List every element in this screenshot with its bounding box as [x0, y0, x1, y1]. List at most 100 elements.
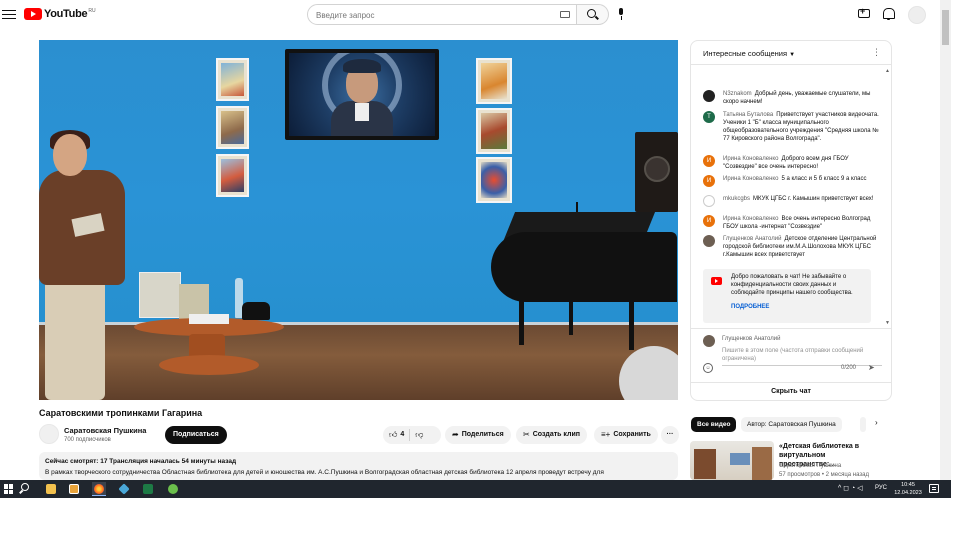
user-avatar — [703, 335, 715, 347]
wall-drawing — [476, 58, 512, 104]
like-dislike-group: 👍︎ 4 👎︎ — [383, 426, 441, 444]
excel-icon[interactable] — [141, 482, 155, 496]
search-button[interactable] — [577, 4, 609, 25]
scroll-down-icon[interactable]: ▼ — [885, 320, 890, 326]
char-counter: 0/200 — [841, 365, 857, 371]
chat-avatar — [703, 235, 715, 247]
description-text: В рамках творческого сотрудничества Обла… — [45, 469, 604, 476]
taskbar-search-icon[interactable] — [21, 483, 29, 491]
keyboard-icon[interactable] — [560, 11, 570, 18]
chat-author[interactable]: mkukcgbs — [723, 196, 750, 202]
recommendation-thumbnail[interactable] — [690, 441, 774, 480]
chat-options-icon[interactable]: ⋮ — [872, 47, 881, 58]
chat-scrollbar[interactable]: ▲ ▼ — [884, 66, 891, 328]
dislike-button[interactable]: 👎︎ — [415, 426, 426, 444]
like-button[interactable]: 👍︎ 4 — [383, 426, 404, 444]
page-scrollbar[interactable] — [940, 0, 951, 480]
file-explorer-icon[interactable] — [44, 482, 58, 496]
system-tray-icons[interactable]: ^ ◻ ◔ ◁ — [838, 484, 863, 492]
clip-label: Создать клип — [532, 431, 581, 438]
more-icon: ··· — [666, 431, 674, 438]
notifications-icon[interactable] — [929, 484, 939, 493]
language-indicator[interactable]: РУС — [875, 485, 887, 491]
emoji-icon[interactable]: ☺ — [703, 363, 713, 373]
clock-date: 12.04.2023 — [894, 490, 922, 496]
create-video-icon[interactable] — [858, 6, 870, 18]
scroll-up-icon[interactable]: ▲ — [885, 68, 890, 74]
taskbar-clock[interactable]: 10:45 12.04.2023 — [893, 481, 923, 497]
channel-avatar[interactable] — [39, 424, 59, 444]
chat-message-input[interactable]: Пишите в этом поле (частота отправки соо… — [722, 347, 882, 366]
chevron-right-icon[interactable]: › — [875, 418, 878, 427]
chat-input-area: Глущенков Анатолий Пишите в этом поле (ч… — [691, 328, 891, 382]
save-button[interactable]: ≡+ Сохранить — [594, 426, 658, 444]
search-box — [307, 4, 577, 25]
chat-author[interactable]: Ирина Коноваленко — [723, 176, 778, 182]
wall-drawing — [216, 58, 249, 101]
chat-welcome-notice: Добро пожаловать в чат! Не забывайте о к… — [703, 269, 871, 323]
chat-avatar: И — [703, 175, 715, 187]
recommendation-meta: 57 просмотров • 2 месяца назад — [779, 472, 869, 478]
app-icon[interactable] — [117, 482, 131, 496]
firefox-icon[interactable] — [92, 482, 106, 496]
microphone-icon[interactable] — [617, 8, 625, 20]
wall-drawing — [476, 157, 512, 203]
chip-author[interactable]: Автор: Саратовская Пушкина — [741, 417, 842, 432]
chat-avatar — [703, 90, 715, 102]
chat-author[interactable]: N3znakom — [723, 91, 752, 97]
thumbs-down-icon: 👎︎ — [415, 430, 424, 439]
windows-taskbar: ^ ◻ ◔ ◁ РУС 10:45 12.04.2023 — [0, 480, 951, 498]
chip-more[interactable] — [860, 417, 866, 432]
chat-mode-label: Интересные сообщения — [703, 49, 788, 58]
tv-screen — [289, 53, 435, 136]
thumbs-up-icon: 👍︎ — [389, 430, 398, 439]
chat-message: mkukcgbs МКУК ЦГБС г. Камышин приветствуе… — [703, 195, 881, 207]
send-icon[interactable]: ➤ — [868, 363, 875, 372]
chat-app-icon[interactable] — [166, 482, 180, 496]
scrollbar-thumb[interactable] — [942, 10, 949, 45]
share-button[interactable]: ➦ Поделиться — [445, 426, 511, 444]
add-to-playlist-icon: ≡+ — [601, 430, 611, 439]
chat-message: И Ирина Коноваленко 5 а класс и 5 б класс… — [703, 175, 881, 187]
clip-button[interactable]: ✂ Создать клип — [516, 426, 588, 444]
chat-messages: N3znakom Добрый день, уважаемые слушатели… — [691, 66, 891, 328]
description-box[interactable]: Сейчас смотрят: 17 Трансляция началась 5… — [39, 452, 678, 480]
share-label: Поделиться — [461, 431, 504, 438]
more-actions-button[interactable]: ··· — [661, 426, 679, 444]
chat-author[interactable]: Ирина Коноваленко — [723, 216, 778, 222]
scissors-icon: ✂ — [523, 430, 530, 439]
chip-all-videos[interactable]: Все видео — [691, 417, 737, 432]
live-stats: Сейчас смотрят: 17 Трансляция началась 5… — [45, 458, 237, 465]
hide-chat-button[interactable]: Скрыть чат — [691, 382, 891, 400]
rotary-telephone — [242, 302, 270, 320]
chat-mode-dropdown[interactable]: Интересные сообщения ▼ — [703, 49, 795, 58]
menu-icon[interactable] — [2, 7, 16, 21]
video-player[interactable] — [39, 40, 678, 400]
chat-author[interactable]: Глущенков Анатолий — [723, 236, 781, 242]
presenter — [45, 280, 105, 400]
chat-text: 5 а класс и 5 б класс 9 а класс — [781, 176, 867, 182]
recommendation-channel[interactable]: Саратовская Пушкина — [779, 463, 841, 469]
chevron-down-icon: ▼ — [789, 52, 796, 58]
account-avatar[interactable] — [908, 6, 926, 24]
photos-app-icon[interactable] — [67, 482, 81, 496]
search-icon — [587, 9, 596, 18]
live-chat-panel: Интересные сообщения ▼ ⋮ N3znakom Добрый д… — [690, 40, 892, 401]
chat-message: N3znakom Добрый день, уважаемые слушатели… — [703, 90, 881, 106]
chat-author[interactable]: Ирина Коноваленко — [723, 156, 778, 162]
chat-author[interactable]: Татьяна Буталова — [723, 112, 773, 118]
learn-more-link[interactable]: ПОДРОБНЕЕ — [731, 303, 865, 311]
subscribe-button[interactable]: Подписаться — [165, 426, 227, 444]
chat-avatar: Т — [703, 111, 715, 123]
chat-header: Интересные сообщения ▼ ⋮ — [691, 41, 891, 65]
video-title: Саратовскими тропинками Гагарина — [39, 408, 203, 418]
chat-user-name: Глущенков Анатолий — [722, 336, 781, 342]
windows-start-icon[interactable] — [4, 484, 14, 494]
youtube-logo[interactable]: YouTube RU — [24, 8, 96, 20]
search-input[interactable] — [308, 6, 548, 25]
subscriber-count: 700 подписчиков — [64, 437, 111, 443]
grand-piano — [491, 232, 677, 302]
channel-name[interactable]: Саратовская Пушкина — [64, 426, 146, 435]
notifications-bell-icon[interactable] — [883, 8, 895, 20]
share-icon: ➦ — [452, 430, 459, 439]
